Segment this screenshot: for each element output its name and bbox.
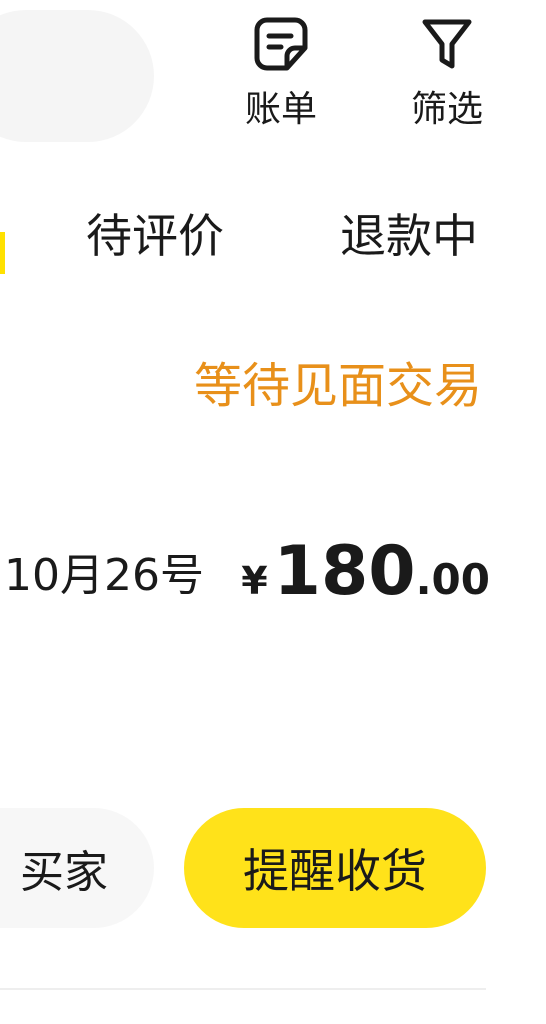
contact-buyer-button[interactable]: 买家: [0, 808, 154, 928]
filter-icon: [422, 19, 472, 69]
price-integer: 180: [273, 532, 416, 611]
price-decimal: .00: [415, 555, 490, 604]
remind-receipt-label: 提醒收货: [243, 844, 427, 898]
filter-label: 筛选: [410, 89, 483, 130]
order-status: 等待见面交易: [193, 358, 482, 414]
active-tab-indicator: [0, 232, 5, 274]
order-date: 10月26号: [4, 550, 204, 601]
price-currency: ¥: [241, 559, 268, 603]
tab-pending-review[interactable]: 待评价: [86, 206, 224, 266]
order-price: ¥ 180 .00: [241, 532, 490, 612]
divider: [0, 988, 486, 990]
search-bar[interactable]: [0, 10, 154, 142]
orders-page: 账单 筛选 待评价 退款中 等待见面交易 10月26号 ¥ 180 .00 买家…: [0, 0, 546, 1024]
contact-buyer-label: 买家: [20, 847, 108, 898]
bill-label: 账单: [244, 89, 317, 130]
tab-refunding[interactable]: 退款中: [340, 206, 478, 266]
bill-icon: [254, 17, 308, 71]
bill-button[interactable]: 账单: [236, 14, 326, 130]
filter-button[interactable]: 筛选: [402, 14, 492, 130]
remind-receipt-button[interactable]: 提醒收货: [184, 808, 486, 928]
